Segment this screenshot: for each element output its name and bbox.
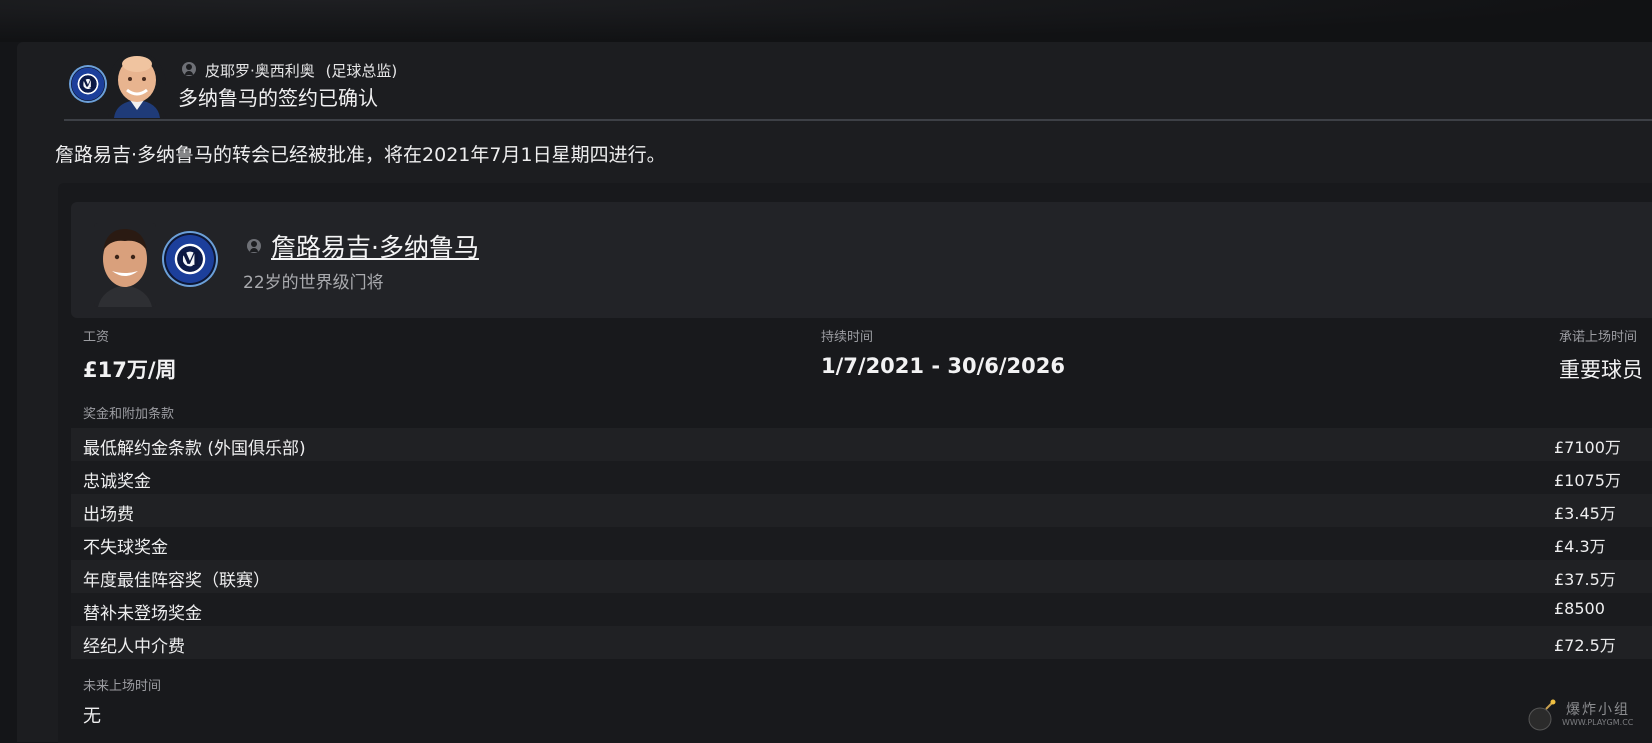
bonus-label: 替补未登场奖金	[83, 604, 202, 624]
bonus-label: 经纪人中介费	[83, 637, 185, 657]
bonus-label: 年度最佳阵容奖（联赛）	[83, 571, 270, 591]
bonus-label: 最低解约金条款 (外国俱乐部)	[83, 439, 306, 459]
bonus-value: £4.3万	[1554, 537, 1606, 556]
bonus-value: £3.45万	[1554, 504, 1616, 523]
bonus-row: 年度最佳阵容奖（联赛） £37.5万	[71, 560, 1652, 593]
watermark-text: 爆炸小组	[1566, 702, 1630, 718]
bonus-value: £37.5万	[1554, 570, 1616, 589]
bonus-row: 不失球奖金 £4.3万	[71, 527, 1652, 560]
player-club-badge-icon: M	[162, 231, 218, 287]
header-divider	[64, 119, 1652, 121]
future-playing-time-label: 未来上场时间	[83, 679, 162, 694]
club-badge-icon: M	[69, 65, 107, 103]
wage-label: 工资	[83, 330, 110, 345]
person-icon	[247, 239, 261, 253]
bonus-label: 忠诚奖金	[83, 472, 151, 492]
future-playing-time-value: 无	[83, 706, 101, 727]
bonus-row: 出场费 £3.45万	[71, 494, 1652, 527]
bonus-row: 经纪人中介费 £72.5万	[71, 626, 1652, 659]
top-bar	[0, 0, 1652, 42]
player-avatar[interactable]	[94, 223, 156, 307]
watermark-bomb-icon	[1528, 699, 1556, 731]
sender-name-text: 皮耶罗·奥西利奥	[205, 62, 315, 80]
message-body: 詹路易吉·多纳鲁马的转会已经被批准，将在2021年7月1日星期四进行。	[55, 144, 666, 166]
sender-name[interactable]: 皮耶罗·奥西利奥 (足球总监)	[205, 60, 397, 81]
playing-time-label: 承诺上场时间	[1559, 330, 1638, 345]
duration-label: 持续时间	[821, 330, 874, 345]
sender-role: (足球总监)	[325, 62, 398, 80]
player-name-link[interactable]: 詹路易吉·多纳鲁马	[271, 228, 479, 264]
bonuses-label: 奖金和附加条款	[83, 407, 175, 422]
bonus-label: 出场费	[83, 505, 134, 525]
wage-value: £17万/周	[83, 358, 177, 382]
bonus-row: 忠诚奖金 £1075万	[71, 461, 1652, 494]
playing-time-value: 重要球员	[1559, 358, 1643, 382]
bonus-value: £7100万	[1554, 438, 1621, 457]
bonus-value: £1075万	[1554, 471, 1621, 490]
bonus-row: 替补未登场奖金 £8500	[71, 593, 1652, 626]
sender-avatar[interactable]	[108, 52, 166, 118]
bonus-value: £8500	[1554, 599, 1605, 618]
watermark-url: WWW.PLAYGM.CC	[1562, 718, 1634, 727]
message-subject: 多纳鲁马的签约已确认	[178, 86, 378, 110]
player-description: 22岁的世界级门将	[243, 273, 384, 293]
watermark-logo: 爆炸小组 WWW.PLAYGM.CC	[1524, 695, 1652, 735]
duration-value: 1/7/2021 - 30/6/2026	[821, 354, 1065, 378]
bonus-label: 不失球奖金	[83, 538, 168, 558]
bonus-value: £72.5万	[1554, 636, 1616, 655]
person-icon	[182, 62, 196, 76]
bonus-row: 最低解约金条款 (外国俱乐部) £7100万	[71, 428, 1652, 461]
